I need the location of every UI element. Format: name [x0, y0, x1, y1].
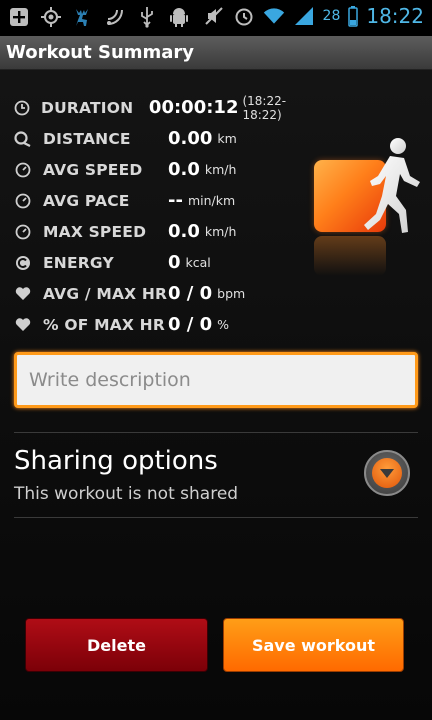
sharing-title: Sharing options	[14, 446, 218, 476]
signal-icon	[293, 5, 315, 27]
stat-row: AVG SPEED 0.0 km/h	[14, 154, 314, 185]
stat-unit: km/h	[204, 162, 237, 177]
stat-unit: km	[217, 131, 237, 146]
distance-icon	[14, 130, 32, 148]
status-bar: 28 18:22	[0, 0, 432, 36]
notification-icons	[8, 6, 190, 28]
clock-icon	[14, 99, 30, 117]
stat-unit: %	[217, 317, 230, 332]
energy-icon	[14, 254, 32, 272]
max-speed-icon	[14, 223, 32, 241]
wifi-icon	[263, 5, 285, 27]
deer-icon	[72, 6, 94, 28]
stat-unit: kcal	[185, 255, 211, 270]
heart-icon	[14, 316, 32, 334]
stat-value: 0 / 0	[168, 314, 213, 335]
pace-icon	[14, 192, 32, 210]
sharing-expand-button[interactable]	[364, 450, 410, 496]
stat-value: 0.0	[168, 221, 200, 242]
stat-value: --	[168, 190, 183, 211]
stat-unit: min/km	[187, 193, 236, 208]
stat-value: 0.00	[168, 128, 213, 149]
system-icons: 28 18:22	[203, 4, 424, 28]
alarm-icon	[233, 5, 255, 27]
stat-label: % OF MAX HR	[43, 315, 165, 334]
stat-row: DURATION 00:00:12 (18:22-18:22)	[14, 92, 314, 123]
android-icon	[168, 6, 190, 28]
stats-list: DURATION 00:00:12 (18:22-18:22) DISTANCE 0.0…	[14, 92, 314, 340]
battery-level: 28	[322, 8, 341, 24]
stat-label: AVG PACE	[43, 191, 130, 210]
stat-row: DISTANCE 0.00 km	[14, 123, 314, 154]
delete-button[interactable]: Delete	[25, 618, 208, 672]
mute-icon	[203, 5, 225, 27]
usb-icon	[136, 6, 158, 28]
swirl-icon	[104, 6, 126, 28]
battery-icon	[348, 5, 359, 27]
stat-unit: bpm	[217, 286, 246, 301]
divider	[14, 432, 418, 433]
clock-time: 18:22	[366, 4, 424, 28]
add-icon	[8, 6, 30, 28]
stat-row: % OF MAX HR 0 / 0%	[14, 309, 314, 340]
stat-value: 00:00:12	[148, 97, 239, 118]
stat-value: 0	[168, 252, 181, 273]
stat-row: AVG PACE -- min/km	[14, 185, 314, 216]
stat-label: AVG SPEED	[43, 160, 143, 179]
stat-label: DISTANCE	[43, 129, 131, 148]
page-title: Workout Summary	[6, 42, 195, 63]
speed-icon	[14, 161, 32, 179]
stat-value: 0.0	[168, 159, 200, 180]
stat-row: ENERGY 0 kcal	[14, 247, 314, 278]
title-bar: Workout Summary	[0, 36, 432, 70]
gps-icon	[40, 6, 62, 28]
stat-label: MAX SPEED	[43, 222, 147, 241]
heart-icon	[14, 285, 32, 303]
stat-label: AVG / MAX HR	[43, 284, 168, 303]
divider	[14, 517, 418, 518]
sharing-status: This workout is not shared	[14, 484, 239, 504]
chevron-down-icon	[372, 458, 402, 488]
description-input[interactable]	[14, 352, 418, 408]
workout-summary-panel: DURATION 00:00:12 (18:22-18:22) DISTANCE 0.0…	[0, 70, 432, 720]
stat-time-range: (18:22-18:22)	[242, 93, 287, 122]
stat-row: AVG / MAX HR 0 / 0 bpm	[14, 278, 314, 309]
stat-unit: km/h	[204, 224, 237, 239]
save-workout-button[interactable]: Save workout	[223, 618, 404, 672]
runner-icon	[364, 138, 420, 233]
stat-label: DURATION	[41, 98, 134, 117]
stat-row: MAX SPEED 0.0 km/h	[14, 216, 314, 247]
stat-label: ENERGY	[43, 253, 114, 272]
stat-value: 0 / 0	[168, 283, 213, 304]
